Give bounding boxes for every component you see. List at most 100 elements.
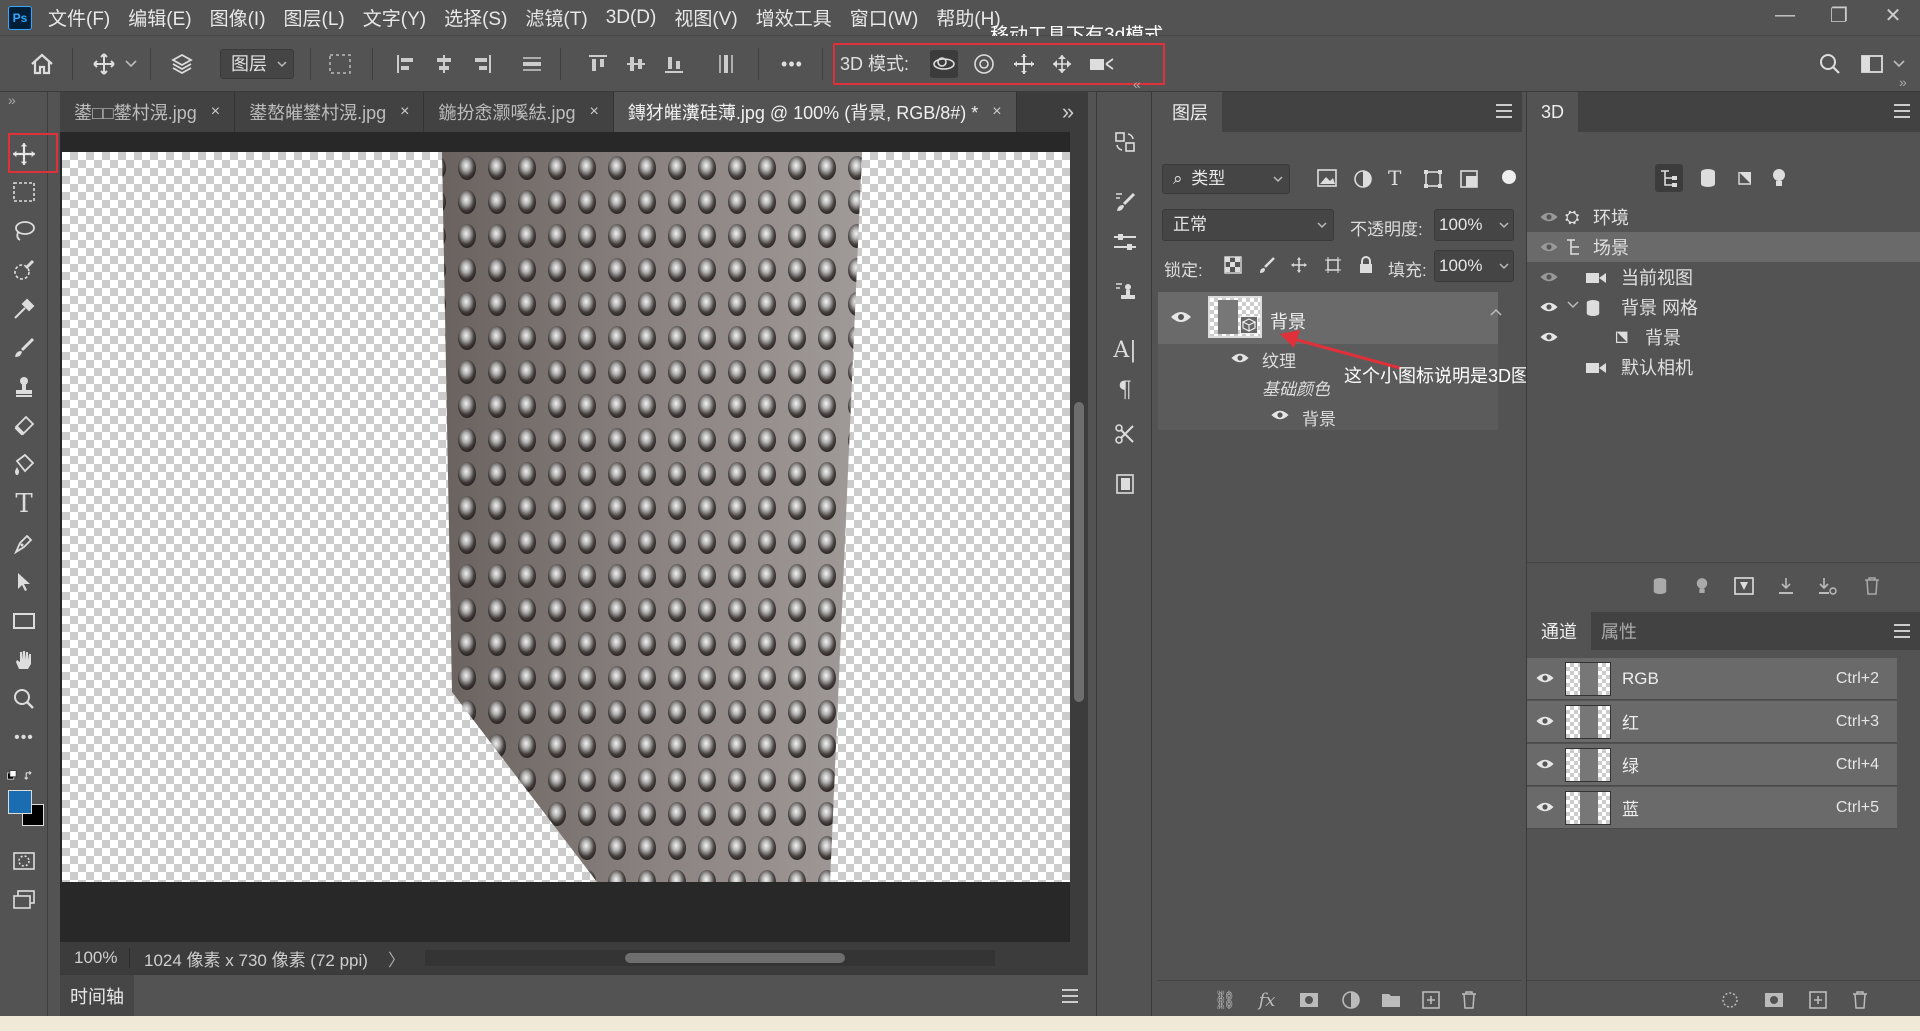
layer-thumbnail[interactable] [1208,296,1262,338]
add-light-icon[interactable] [1691,575,1713,597]
load-selection-icon[interactable] [1719,989,1741,1011]
quick-select-tool-icon[interactable] [10,256,38,284]
delete-channel-icon[interactable] [1849,989,1871,1011]
align-center-icon[interactable] [430,50,458,78]
menu-image[interactable]: 图像(I) [210,4,266,31]
filter-toggle[interactable] [1502,170,1516,184]
scene-row-default-camera[interactable]: 默认相机 [1527,352,1920,382]
paragraph-icon[interactable]: ¶ [1111,376,1139,404]
render-icon[interactable] [1733,575,1755,597]
menu-plugins[interactable]: 增效工具 [756,4,832,31]
filter-pixel-icon[interactable] [1316,168,1338,190]
lock-artboard-icon[interactable] [1324,256,1342,274]
fx-icon[interactable]: fx [1256,989,1278,1011]
new-group-icon[interactable] [1380,989,1402,1011]
vertical-scrollbar[interactable] [1070,132,1088,942]
align-middle-icon[interactable] [622,50,650,78]
default-colors-icon[interactable] [6,762,34,790]
horizontal-scroll-thumb[interactable] [625,953,845,963]
status-menu-arrow[interactable]: 〉 [388,946,405,971]
doc-tab-2[interactable]: 鍙嶅皠鐢村滉.jpg × [235,92,425,132]
doc-tab-1[interactable]: 鍙□□鐢村滉.jpg × [60,92,236,132]
add-mask-icon[interactable] [1298,989,1320,1011]
menu-type[interactable]: 文字(Y) [363,4,426,31]
tool-presets-icon[interactable] [1111,420,1139,448]
clone-source-icon[interactable] [1111,278,1139,306]
layer-sub-background[interactable]: 背景 [1158,400,1498,430]
pen-tool-icon[interactable] [10,529,38,557]
channel-row-red[interactable]: 红 Ctrl+3 [1527,701,1897,743]
channel-row-blue[interactable]: 蓝 Ctrl+5 [1527,787,1897,829]
move-tool-icon[interactable] [10,140,38,168]
eye-icon[interactable] [1539,211,1561,225]
filter-smart-object-icon[interactable] [1458,168,1480,190]
align-top-icon[interactable] [584,50,612,78]
search-icon[interactable] [1816,50,1844,78]
save-selection-icon[interactable] [1763,989,1785,1011]
filter-shape-icon[interactable] [1422,168,1444,190]
path-select-tool-icon[interactable] [10,568,38,596]
foreground-color-swatch[interactable] [8,790,32,814]
menu-file[interactable]: 文件(F) [48,4,110,31]
fill-field[interactable]: 100% [1434,250,1514,282]
lock-position-icon[interactable] [1290,256,1308,274]
tab-3d[interactable]: 3D [1527,92,1579,132]
menu-view[interactable]: 视图(V) [674,4,737,31]
new-layer-icon[interactable] [1420,989,1442,1011]
type-tool-icon[interactable]: T [10,489,38,519]
collapse-panels-icon[interactable]: » [1899,74,1907,90]
collapse-column-icon[interactable]: « [1133,76,1141,92]
eye-icon[interactable] [1535,758,1557,772]
drop-to-ground-icon[interactable] [1775,575,1797,597]
canvas-area[interactable] [60,132,1070,942]
close-icon[interactable]: × [400,103,409,121]
layer-filter-select[interactable]: ⌕ 类型 [1162,164,1290,194]
eye-icon[interactable] [1230,352,1252,366]
lock-all-icon[interactable] [1358,255,1374,275]
tab-layers[interactable]: 图层 [1158,92,1222,132]
home-icon[interactable] [28,50,56,78]
collapse-toolbar-icon[interactable]: » [8,92,16,108]
3d-menu-icon[interactable] [1894,104,1910,118]
eye-icon[interactable] [1539,271,1561,285]
scene-row-current-view[interactable]: 当前视图 [1527,262,1920,292]
eye-icon[interactable] [1539,301,1561,315]
eye-icon[interactable] [1535,672,1557,686]
workspace-icon[interactable] [1858,50,1886,78]
blend-mode-select[interactable]: 正常 [1162,209,1334,241]
delete-layer-icon[interactable] [1458,989,1480,1011]
brush-settings-icon[interactable] [1111,188,1139,216]
channel-row-rgb[interactable]: RGB Ctrl+2 [1527,658,1897,700]
slide-3d-icon[interactable] [1048,50,1076,78]
minimize-button[interactable]: — [1758,0,1812,30]
brush-tool-icon[interactable] [10,334,38,362]
channels-menu-icon[interactable] [1894,624,1910,638]
horizontal-scrollbar[interactable] [425,950,995,966]
channel-row-green[interactable]: 绿 Ctrl+4 [1527,744,1897,786]
hand-tool-icon[interactable] [10,646,38,674]
lock-image-icon[interactable] [1258,256,1276,274]
doc-tab-3[interactable]: 鍦扮悆灏嗘紶.jpg × [424,92,614,132]
eye-icon[interactable] [1535,715,1557,729]
menu-window[interactable]: 窗口(W) [850,4,919,31]
roll-3d-icon[interactable] [970,50,998,78]
delete-3d-icon[interactable] [1861,575,1883,597]
stamp-tool-icon[interactable] [10,373,38,401]
lasso-tool-icon[interactable] [10,217,38,245]
menu-edit[interactable]: 编辑(E) [128,4,191,31]
lock-transparent-icon[interactable] [1224,256,1242,274]
pan-3d-icon[interactable] [1010,50,1038,78]
scroll-up-icon[interactable] [1490,308,1510,320]
eye-icon[interactable] [1270,409,1292,423]
glyphs-icon[interactable] [1111,470,1139,498]
move-options-icon[interactable] [90,50,118,78]
timeline-tab[interactable]: 时间轴 [60,975,134,1017]
more-options-icon[interactable]: ••• [778,50,806,78]
new-channel-icon[interactable] [1807,989,1829,1011]
layer-group-select[interactable]: 图层 [220,49,294,79]
eyedropper-tool-icon[interactable] [10,295,38,323]
close-button[interactable]: ✕ [1866,0,1920,30]
vertical-scroll-thumb[interactable] [1074,402,1084,702]
layers-menu-icon[interactable] [1496,104,1512,118]
character-icon[interactable]: A| [1111,336,1139,364]
